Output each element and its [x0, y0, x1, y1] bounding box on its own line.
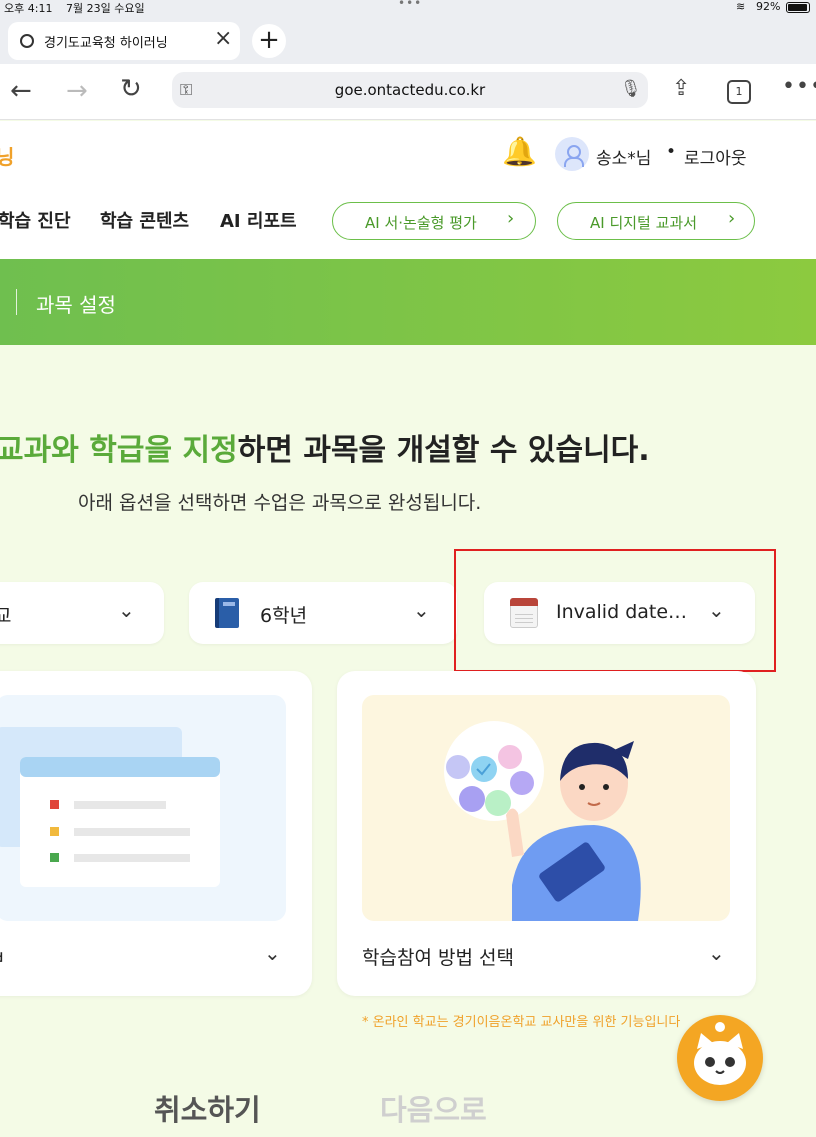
- class-select-card[interactable]: ㅂ ⌄: [0, 671, 312, 996]
- share-icon[interactable]: ⇪: [672, 76, 690, 101]
- nav-learning-content[interactable]: 학습 콘텐츠: [100, 207, 189, 233]
- browser-tab[interactable]: 경기도교육청 하이러닝 ×: [8, 22, 240, 60]
- ai-digital-textbook-button[interactable]: AI 디지털 교과서 ›: [557, 202, 755, 240]
- logout-link[interactable]: 로그아웃: [684, 144, 747, 169]
- chevron-down-icon: ⌄: [118, 598, 135, 622]
- site-logo[interactable]: 닝: [0, 141, 14, 170]
- nav-ai-report[interactable]: AI 리포트: [220, 207, 297, 233]
- wifi-icon: ≋: [736, 0, 746, 13]
- school-select-value: 교: [0, 605, 12, 627]
- notice-text: * 온라인 학교는 경기이음온학교 교사만을 위한 기능입니다: [362, 1015, 681, 1030]
- title-highlight: 교과와 학급을 지정: [0, 433, 238, 468]
- breadcrumb: 과목 설정: [36, 293, 116, 317]
- page-subtitle: 아래 옵션을 선택하면 수업은 과목으로 완성됩니다.: [78, 492, 482, 514]
- school-select[interactable]: 교 ⌄: [0, 582, 164, 644]
- next-button[interactable]: 다음으로: [380, 1087, 487, 1129]
- battery-percent: 92%: [756, 0, 781, 13]
- participation-method-card[interactable]: 학습참여 방법 선택 ⌄: [337, 671, 756, 996]
- address-bar[interactable]: ⚿ goe.ontactedu.co.kr 🎙: [172, 72, 648, 108]
- status-bar: 오후 4:11 7월 23일 수요일 ••• ≋ 92%: [0, 0, 816, 16]
- new-tab-button[interactable]: +: [252, 24, 286, 58]
- battery-icon: [786, 2, 810, 13]
- user-name[interactable]: 송소*님: [596, 144, 651, 169]
- avatar[interactable]: [555, 137, 589, 171]
- chevron-right-icon: ›: [507, 208, 515, 229]
- chevron-down-icon: ⌄: [413, 598, 430, 622]
- nav-learning-diagnosis[interactable]: 학습 진단: [0, 207, 71, 233]
- chevron-down-icon: ⌄: [708, 941, 725, 965]
- page-title: 교과와 학급을 지정하면 과목을 개설할 수 있습니다.: [0, 425, 650, 469]
- notification-bell-icon[interactable]: 🔔: [502, 135, 537, 168]
- chevron-down-icon: ⌄: [264, 941, 281, 965]
- browser-toolbar: ← → ↻ ⚿ goe.ontactedu.co.kr 🎙 ⇪ 1 •••: [0, 64, 816, 120]
- grade-select[interactable]: 6학년 ⌄: [189, 582, 457, 644]
- breadcrumb-divider: [16, 289, 17, 315]
- grade-select-value: 6학년: [260, 605, 308, 627]
- more-options-icon[interactable]: •••: [782, 74, 816, 99]
- student-illustration: [362, 695, 730, 921]
- microphone-icon[interactable]: 🎙: [620, 79, 642, 99]
- book-icon: [215, 598, 239, 628]
- multitask-dots[interactable]: •••: [398, 0, 422, 10]
- forward-arrow-icon[interactable]: →: [66, 76, 88, 106]
- title-rest: 하면 과목을 개설할 수 있습니다.: [237, 433, 650, 468]
- close-tab-icon[interactable]: ×: [214, 26, 232, 51]
- status-time: 오후 4:11: [4, 2, 53, 15]
- page-banner: 과목 설정: [0, 259, 816, 345]
- chevron-right-icon: ›: [728, 208, 736, 229]
- chatbot-cat-icon[interactable]: [677, 1015, 763, 1101]
- reload-icon[interactable]: ↻: [120, 74, 142, 104]
- back-arrow-icon[interactable]: ←: [10, 76, 32, 106]
- highlight-box: [454, 549, 776, 672]
- pill-label: AI 디지털 교과서: [590, 214, 698, 232]
- globe-icon: [20, 34, 34, 48]
- pill-label: AI 서·논술형 평가: [365, 214, 477, 232]
- window-illustration: [0, 695, 286, 921]
- ai-essay-eval-button[interactable]: AI 서·논술형 평가 ›: [332, 202, 536, 240]
- site-header: 닝 🔔 송소*님 • 로그아웃 학습 진단 학습 콘텐츠 AI 리포트 AI 서…: [0, 121, 816, 259]
- cancel-button[interactable]: 취소하기: [154, 1087, 261, 1129]
- browser-tab-strip: 경기도교육청 하이러닝 × +: [0, 16, 816, 64]
- tab-count-button[interactable]: 1: [727, 80, 751, 104]
- url-text[interactable]: goe.ontactedu.co.kr: [172, 81, 648, 99]
- card-label: 학습참여 방법 선택: [362, 947, 514, 969]
- tab-title: 경기도교육청 하이러닝: [44, 36, 168, 51]
- card-label: ㅂ: [0, 943, 5, 970]
- status-date: 7월 23일 수요일: [66, 2, 145, 15]
- header-separator: •: [666, 142, 677, 162]
